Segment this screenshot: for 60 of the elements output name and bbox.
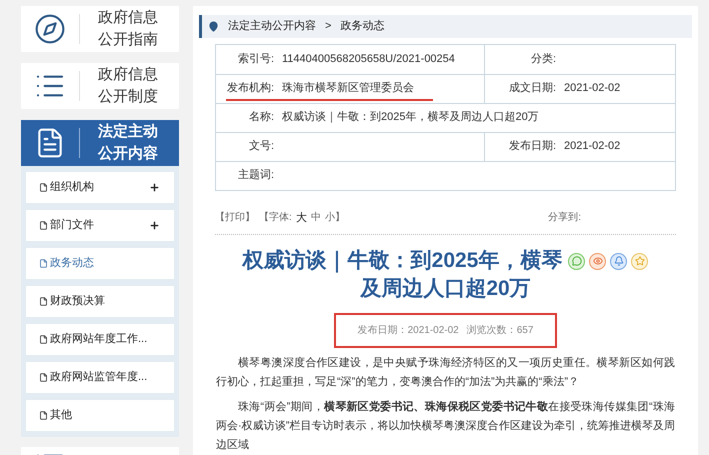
page-icon [39, 259, 48, 268]
publish-date: 发布日期：2021-02-02 [358, 324, 459, 338]
field-label: 主题词: [236, 168, 275, 184]
nav-card[interactable]: 政府信息 公开制度 [21, 63, 179, 109]
article-title: 及周边人口超20万 [360, 276, 531, 302]
submenu-item[interactable]: 部门文件 [26, 210, 174, 241]
nav-card-title: 政府信息 [98, 65, 158, 85]
breadcrumb-link[interactable]: 法定主动公开内容 [228, 18, 316, 34]
compass-icon [34, 13, 66, 45]
submenu-item[interactable]: 财政预决算 [26, 286, 174, 317]
chat-share-icon[interactable] [568, 252, 586, 270]
article-paragraph: 珠海“两会”期间，横琴新区党委书记、珠海保税区党委书记牛敬在接受珠海传媒集团“珠海两会·权威访谈”栏目专访时表示，将以加快横琴粤澳深度合作区建设为牵引，统筹推进横琴及周边区域 [216, 400, 675, 453]
font-size-label: 【字体: [259, 210, 292, 226]
submenu-item[interactable]: 政府网站年度工作... [26, 324, 174, 355]
field-label: 文号: [248, 138, 275, 154]
share-label: 分享到: [548, 210, 581, 226]
submenu-item[interactable]: 其他 [26, 400, 174, 431]
star-share-icon[interactable] [631, 252, 648, 270]
field-value: 11440400568205658U/2021-00254 [282, 52, 455, 67]
submenu-item[interactable]: 政务动态 [26, 248, 174, 279]
view-count: 浏览次数：657 [466, 324, 534, 338]
plus-icon [149, 220, 160, 231]
field-label: 名称: [248, 110, 275, 126]
field-value: 珠海市横琴新区管理委员会 [282, 80, 414, 96]
field-label: 成文日期: [508, 80, 557, 96]
nav-card-title: 公开指南 [98, 30, 158, 50]
field-label: 发布日期: [508, 139, 557, 154]
field-label: 索引号: [236, 52, 275, 67]
page-icon [39, 221, 48, 230]
font-size-label: 】 [334, 210, 345, 226]
font-size-link[interactable]: 小 [324, 210, 335, 226]
nav-card-title: 公开制度 [98, 87, 158, 107]
field-value: 2021-02-02 [564, 139, 620, 154]
submenu-item[interactable]: 政府网站监管年度... [26, 362, 174, 393]
font-size-link[interactable]: 中 [310, 210, 321, 226]
article-paragraph: 横琴粤澳深度合作区建设，是中央赋予珠海经济特区的又一项历史重任。横琴新区如何践行初心，扛起重担，写足“深”的笔力，变粤澳合作的“加法”为共赢的“乘法”？ [216, 356, 675, 390]
breadcrumb-link[interactable]: 政务动态 [340, 18, 384, 34]
field-value: 权威访谈｜牛敬：到2025年，横琴及周边人口超20万 [282, 110, 539, 126]
location-pin-icon [208, 20, 219, 32]
field-label: 分类: [530, 52, 557, 67]
nav-card-title: 法定主动 [98, 122, 158, 142]
field-value: 2021-02-02 [564, 81, 620, 96]
nav-card-title: 公开内容 [98, 144, 158, 164]
print-link[interactable]: 【打印】 [215, 210, 255, 226]
nav-card[interactable]: 法定主动 公开内容 [21, 120, 179, 166]
field-label: 发布机构: [226, 81, 275, 96]
page-icon [39, 373, 48, 382]
page-icon [39, 335, 48, 344]
submenu-item[interactable]: 组织机构 [26, 172, 174, 203]
page-icon [39, 297, 48, 306]
nav-card-title: 政府信息 [98, 8, 158, 28]
article-title: 权威访谈｜牛敬：到2025年，横琴 [242, 248, 562, 275]
bell-share-icon[interactable] [610, 252, 628, 270]
plus-icon [149, 182, 160, 193]
page-icon [39, 411, 48, 420]
nav-card[interactable]: 政府信息 公开指南 [21, 6, 179, 52]
font-size-link[interactable]: 大 [296, 210, 307, 226]
page-icon [39, 183, 48, 192]
eye-share-icon[interactable] [589, 252, 606, 270]
breadcrumb-separator: > [325, 19, 332, 34]
